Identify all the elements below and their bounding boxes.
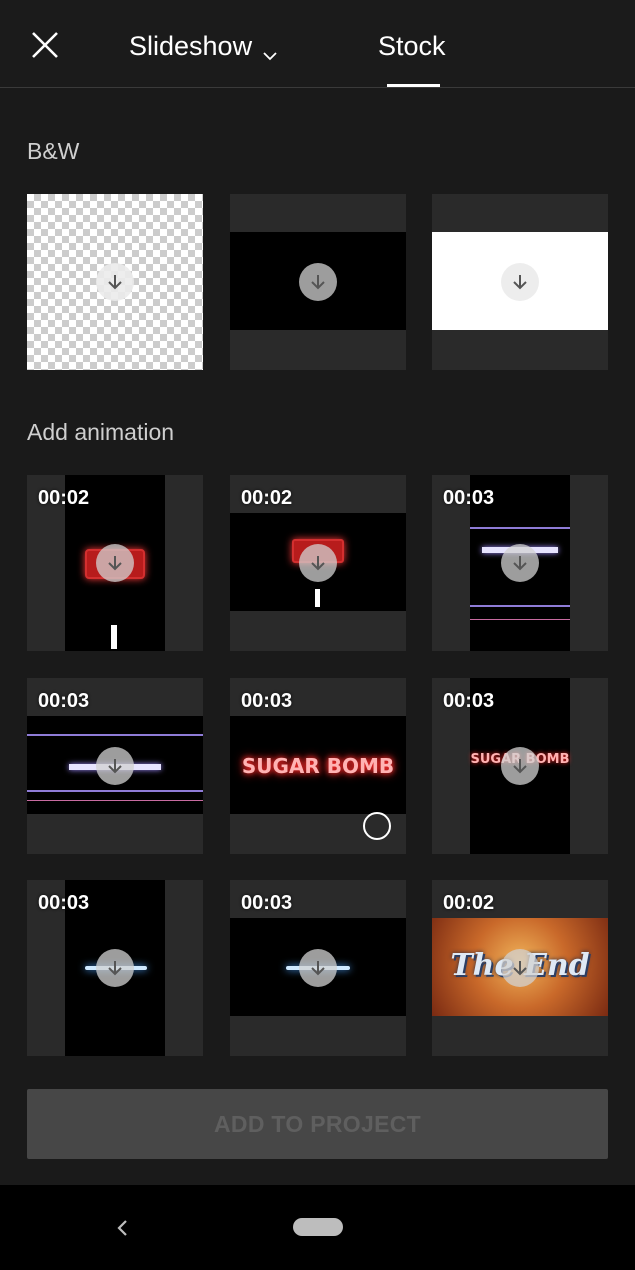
plug-graphic — [315, 589, 320, 607]
glitch-line — [470, 619, 570, 620]
duration-label: 00:03 — [241, 892, 293, 914]
animation-item[interactable]: The End 00:02 — [432, 880, 608, 1056]
tab-stock[interactable]: Stock — [378, 26, 446, 66]
glitch-line — [470, 527, 570, 529]
download-button[interactable] — [299, 949, 337, 987]
section-title-bw: B&W — [27, 138, 80, 164]
selection-radio[interactable] — [363, 812, 391, 840]
download-icon — [513, 275, 527, 290]
animation-item[interactable]: 00:02 — [27, 475, 203, 651]
download-button[interactable] — [501, 544, 539, 582]
download-icon — [311, 275, 325, 290]
chevron-down-icon — [262, 35, 278, 61]
animation-item[interactable]: SUGAR BOMB 00:03 — [230, 678, 406, 854]
animation-title-text: SUGAR BOMB — [241, 754, 395, 778]
download-icon — [108, 556, 122, 571]
glitch-line — [27, 734, 203, 736]
animation-item[interactable]: 00:03 — [432, 475, 608, 651]
bw-item-white[interactable] — [432, 194, 608, 370]
download-icon — [513, 759, 527, 774]
tab-slideshow[interactable]: Slideshow — [129, 26, 278, 66]
duration-label: 00:02 — [241, 487, 293, 509]
duration-label: 00:03 — [241, 690, 293, 712]
download-button[interactable] — [96, 544, 134, 582]
section-title-animation: Add animation — [27, 419, 175, 445]
duration-label: 00:02 — [38, 487, 90, 509]
top-bar: Slideshow Stock — [0, 0, 635, 88]
download-icon — [108, 275, 122, 290]
duration-label: 00:03 — [443, 690, 495, 712]
download-button[interactable] — [501, 949, 539, 987]
animation-item[interactable]: SUGAR BOMB 00:03 — [432, 678, 608, 854]
glitch-line — [27, 800, 203, 801]
duration-label: 00:03 — [38, 690, 90, 712]
close-icon — [32, 32, 58, 58]
add-to-project-button[interactable]: ADD TO PROJECT — [27, 1089, 608, 1159]
download-button[interactable] — [299, 263, 337, 301]
download-icon — [311, 556, 325, 571]
home-icon[interactable] — [293, 1218, 343, 1236]
back-icon — [117, 1220, 127, 1236]
duration-label: 00:02 — [443, 892, 495, 914]
download-button[interactable] — [501, 747, 539, 785]
tab-slideshow-label: Slideshow — [129, 31, 253, 61]
download-icon — [513, 556, 527, 571]
duration-label: 00:03 — [38, 892, 90, 914]
download-button[interactable] — [96, 747, 134, 785]
download-icon — [108, 961, 122, 976]
download-button[interactable] — [96, 263, 134, 301]
system-nav-bar — [0, 1185, 635, 1270]
active-tab-indicator — [387, 84, 440, 87]
download-icon — [108, 759, 122, 774]
close-button[interactable] — [24, 24, 66, 66]
download-button[interactable] — [96, 949, 134, 987]
nav-back-button[interactable] — [108, 1213, 136, 1243]
download-button[interactable] — [501, 263, 539, 301]
duration-label: 00:03 — [443, 487, 495, 509]
bw-item-black[interactable] — [230, 194, 406, 370]
bw-item-transparent[interactable] — [27, 194, 203, 370]
glitch-line — [470, 605, 570, 607]
tab-stock-label: Stock — [378, 31, 446, 61]
download-icon — [311, 961, 325, 976]
animation-item[interactable]: 00:02 — [230, 475, 406, 651]
animation-item[interactable]: 00:03 — [230, 880, 406, 1056]
download-icon — [513, 961, 527, 976]
glitch-line — [27, 790, 203, 792]
download-button[interactable] — [299, 544, 337, 582]
animation-item[interactable]: 00:03 — [27, 678, 203, 854]
plug-graphic — [111, 625, 117, 649]
animation-item[interactable]: 00:03 — [27, 880, 203, 1056]
